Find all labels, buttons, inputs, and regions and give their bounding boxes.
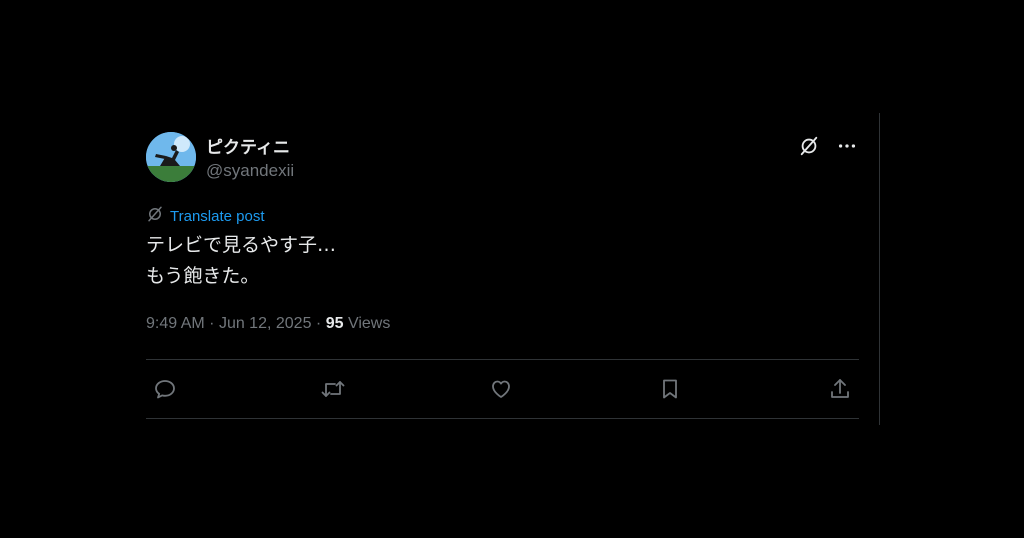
post-meta: 9:49 AM · Jun 12, 2025 · 95 Views	[146, 315, 390, 333]
divider	[146, 359, 859, 360]
divider	[146, 418, 859, 419]
bookmark-icon[interactable]	[656, 375, 684, 403]
meta-separator: ·	[209, 315, 215, 332]
author-handle[interactable]: @syandexii	[206, 161, 294, 181]
post-header-actions	[797, 134, 859, 158]
post-text-line: もう飽きた。	[146, 265, 260, 287]
repost-icon[interactable]	[319, 375, 347, 403]
reply-icon[interactable]	[151, 375, 179, 403]
avatar[interactable]	[146, 132, 196, 182]
more-icon[interactable]	[835, 134, 859, 158]
like-icon[interactable]	[487, 375, 515, 403]
meta-separator: ·	[315, 315, 322, 332]
post-date[interactable]: Jun 12, 2025	[219, 315, 312, 332]
post-actions	[146, 375, 859, 403]
post-text: テレビで見るやす子… もう飽きた。	[146, 230, 336, 292]
grok-icon[interactable]	[797, 134, 821, 158]
translate-post-link[interactable]: Translate post	[146, 205, 265, 227]
column-border	[879, 113, 880, 425]
translate-post-label: Translate post	[170, 207, 265, 225]
post-text-line: テレビで見るやす子…	[146, 234, 337, 256]
post-time[interactable]: 9:49 AM	[146, 315, 205, 332]
share-icon[interactable]	[826, 375, 854, 403]
author-display-name[interactable]: ピクティニ	[206, 133, 290, 158]
views-count: 95	[325, 315, 344, 332]
views-label: Views	[347, 315, 391, 332]
translate-icon	[146, 205, 164, 227]
